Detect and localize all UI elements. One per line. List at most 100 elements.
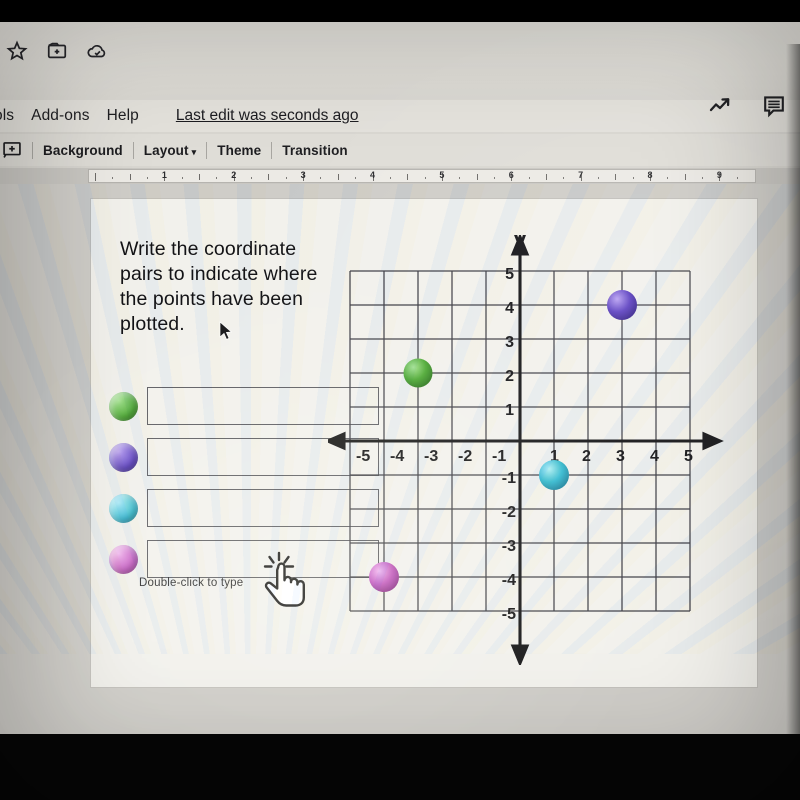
slide-canvas[interactable]: Write the coordinate pairs to indicate w… xyxy=(90,198,758,688)
chevron-down-icon: ▾ xyxy=(191,146,197,157)
y-tick-labels: 5 4 3 2 1 -1 -2 -3 -4 -5 xyxy=(502,266,516,623)
xtick-2: 2 xyxy=(582,448,591,465)
ruler-tick xyxy=(493,177,495,179)
ruler-track: 1 2 3 4 5 6 7 8 9 xyxy=(88,169,756,183)
layout-button[interactable]: Layout ▾ xyxy=(144,143,196,158)
xtick--3: -3 xyxy=(424,448,438,465)
slides-toolbar: Background Layout ▾ Theme Transition xyxy=(0,134,800,166)
green-point[interactable] xyxy=(403,358,433,388)
ruler-tick xyxy=(129,174,131,180)
ruler-tick xyxy=(355,177,357,179)
ruler-tick xyxy=(407,174,409,180)
xtick-3: 3 xyxy=(616,448,625,465)
ytick-3: 3 xyxy=(505,334,514,351)
ruler-number: 3 xyxy=(300,170,306,180)
slide-workspace: Write the coordinate pairs to indicate w… xyxy=(0,184,800,734)
ruler-tick xyxy=(632,177,634,179)
ruler-tick xyxy=(597,177,599,179)
ruler-tick xyxy=(563,177,565,179)
ytick--5: -5 xyxy=(502,606,516,623)
toolbar-divider xyxy=(32,141,33,159)
toolbar-divider xyxy=(271,141,273,159)
ruler-number: 7 xyxy=(578,170,584,180)
photo-bezel-top xyxy=(0,0,800,22)
ruler-number: 6 xyxy=(508,170,514,180)
ruler-number: 5 xyxy=(439,170,445,180)
horizontal-ruler[interactable]: 1 2 3 4 5 6 7 8 9 xyxy=(0,168,800,184)
bubble-pink xyxy=(109,544,138,574)
toolbar-divider xyxy=(206,141,208,159)
background-button[interactable]: Background xyxy=(43,143,123,158)
bubble-green xyxy=(109,391,138,421)
ruler-tick xyxy=(147,177,149,179)
ruler-tick xyxy=(320,177,322,179)
y-axis-arrow-down xyxy=(510,644,530,665)
double-click-hint: Double-click to type xyxy=(139,577,244,589)
bubble-purple xyxy=(109,442,138,472)
ruler-tick xyxy=(459,177,461,179)
x-tick-labels: -5 -4 -3 -2 -1 1 2 3 4 5 xyxy=(356,448,693,465)
ytick--1: -1 xyxy=(502,470,516,487)
ruler-number: 9 xyxy=(716,170,722,180)
xtick--4: -4 xyxy=(390,448,404,465)
bubble-cyan xyxy=(109,493,138,523)
cloud-icon[interactable] xyxy=(86,40,108,62)
axes xyxy=(328,235,724,665)
comment-icon[interactable] xyxy=(762,94,786,118)
ruler-tick xyxy=(251,177,253,179)
ruler-number: 4 xyxy=(369,170,376,180)
cyan-point[interactable] xyxy=(539,460,569,490)
coordinate-plane-svg: y x -5 -4 -3 -2 -1 1 2 3 4 xyxy=(328,235,724,665)
ruler-tick xyxy=(337,174,339,180)
menu-item-tools[interactable]: ols xyxy=(0,107,14,125)
xtick-4: 4 xyxy=(650,448,659,465)
x-axis-arrow-right xyxy=(702,431,724,451)
ruler-number: 8 xyxy=(647,170,653,180)
ruler-tick xyxy=(476,174,478,180)
trending-up-icon[interactable] xyxy=(708,94,732,118)
y-axis-label: y xyxy=(514,235,527,252)
ytick-4: 4 xyxy=(505,300,514,317)
add-to-folder-icon[interactable] xyxy=(46,40,68,62)
xtick--5: -5 xyxy=(356,448,370,465)
menu-item-add-ons[interactable]: Add-ons xyxy=(31,107,89,125)
ruler-tick xyxy=(268,174,270,180)
menu-item-help[interactable]: Help xyxy=(107,107,139,125)
last-edit-link[interactable]: Last edit was seconds ago xyxy=(176,107,359,125)
layout-label: Layout xyxy=(143,142,189,158)
purple-point[interactable] xyxy=(607,290,637,320)
transition-button[interactable]: Transition xyxy=(282,143,348,158)
ytick-2: 2 xyxy=(505,368,514,385)
ruler-number: 2 xyxy=(231,170,237,180)
ruler-tick xyxy=(615,174,617,180)
ruler-tick xyxy=(667,177,669,179)
ruler-tick xyxy=(181,177,183,179)
ruler-tick xyxy=(216,177,218,179)
xtick-5: 5 xyxy=(684,448,693,465)
star-icon[interactable] xyxy=(6,40,28,62)
ytick-1: 1 xyxy=(505,402,514,419)
toolbar-divider xyxy=(132,141,134,159)
ruler-tick xyxy=(95,173,96,181)
coordinate-plane: y x -5 -4 -3 -2 -1 1 2 3 4 xyxy=(328,235,728,665)
browser-chrome-bar xyxy=(0,22,800,105)
hand-click-cursor-icon xyxy=(263,551,305,607)
new-slide-icon[interactable] xyxy=(2,140,22,160)
xtick--1: -1 xyxy=(492,448,506,465)
chrome-right-icons xyxy=(708,94,786,118)
screenshot-root: ols Add-ons Help Last edit was seconds a… xyxy=(0,0,800,800)
mouse-pointer-icon xyxy=(219,321,233,340)
ruler-tick xyxy=(424,177,426,179)
ytick--4: -4 xyxy=(502,572,516,589)
ruler-tick xyxy=(199,174,201,180)
ruler-tick xyxy=(285,177,287,179)
pink-point[interactable] xyxy=(369,562,399,592)
ruler-tick xyxy=(528,177,530,179)
ruler-tick xyxy=(736,177,738,179)
ruler-tick xyxy=(684,174,686,180)
ruler-tick xyxy=(702,177,704,179)
ruler-tick xyxy=(112,177,114,179)
browser-icon-row xyxy=(6,40,108,62)
theme-button[interactable]: Theme xyxy=(217,143,261,158)
ruler-number: 1 xyxy=(161,170,167,180)
